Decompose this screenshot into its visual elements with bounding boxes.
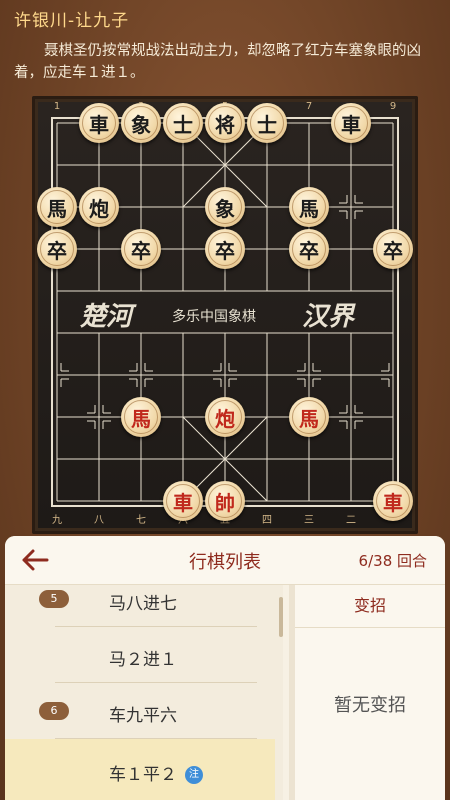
file-label-bottom: 二 bbox=[346, 515, 356, 526]
river-center-text: 多乐中国象棋 bbox=[172, 309, 256, 325]
black-piece[interactable]: 象 bbox=[121, 103, 161, 143]
move-list-panel: 行棋列表 6/38 回合 5 马八进七 马２进１ 6 车九平六 车１平２ 注 变招… bbox=[5, 536, 445, 800]
file-label-bottom: 四 bbox=[262, 515, 272, 526]
move-number-badge: 5 bbox=[39, 590, 69, 608]
black-piece[interactable]: 卒 bbox=[37, 229, 77, 269]
variations-title: 变招 bbox=[295, 585, 445, 628]
file-label-bottom: 八 bbox=[94, 515, 104, 526]
red-piece[interactable]: 馬 bbox=[121, 397, 161, 437]
variations-empty-text: 暂无变招 bbox=[334, 695, 406, 716]
move-text-label: 车１平２ bbox=[109, 765, 177, 785]
move-number-badge: 6 bbox=[39, 702, 69, 720]
black-piece[interactable]: 卒 bbox=[205, 229, 245, 269]
river-left-text: 楚河 bbox=[80, 302, 133, 332]
file-label-top: 7 bbox=[305, 101, 313, 112]
black-piece[interactable]: 卒 bbox=[289, 229, 329, 269]
black-piece[interactable]: 馬 bbox=[289, 187, 329, 227]
file-label-top: 9 bbox=[389, 101, 397, 112]
red-piece[interactable]: 帥 bbox=[205, 481, 245, 521]
red-piece[interactable]: 馬 bbox=[289, 397, 329, 437]
move-comment: 聂棋圣仍按常规战法出动主力，却忽略了红方车塞象眼的凶着，应走车１进１。 bbox=[14, 43, 421, 81]
red-piece[interactable]: 炮 bbox=[205, 397, 245, 437]
black-piece[interactable]: 将 bbox=[205, 103, 245, 143]
file-label-top: 1 bbox=[53, 101, 61, 112]
move-text: 马八进七 bbox=[109, 594, 177, 614]
list-item-selected[interactable]: 车１平２ 注 bbox=[5, 739, 275, 800]
game-title: 许银川-让九子 bbox=[14, 11, 130, 31]
black-piece[interactable]: 車 bbox=[331, 103, 371, 143]
list-item[interactable]: 马２进１ bbox=[5, 627, 275, 683]
river-right-text: 汉界 bbox=[302, 302, 355, 332]
note-badge[interactable]: 注 bbox=[185, 766, 203, 784]
list-item[interactable]: 5 马八进七 bbox=[5, 585, 275, 627]
variations-panel: 变招 暂无变招 bbox=[289, 585, 445, 800]
move-text: 车１平２ 注 bbox=[109, 760, 203, 785]
round-counter: 6/38 回合 bbox=[358, 552, 427, 570]
black-piece[interactable]: 士 bbox=[247, 103, 287, 143]
black-piece[interactable]: 車 bbox=[79, 103, 119, 143]
file-label-bottom: 七 bbox=[136, 515, 146, 526]
red-piece[interactable]: 車 bbox=[373, 481, 413, 521]
red-piece[interactable]: 車 bbox=[163, 481, 203, 521]
file-label-bottom: 三 bbox=[304, 515, 314, 526]
game-header: 许银川-让九子 聂棋圣仍按常规战法出动主力，却忽略了红方车塞象眼的凶着，应走车１… bbox=[0, 0, 450, 92]
file-label-bottom: 九 bbox=[52, 515, 62, 526]
panel-header: 行棋列表 6/38 回合 bbox=[5, 536, 445, 585]
chess-board[interactable]: 13579 九八七六五四三二一 楚河 多乐中国象棋 汉界 車象士将士車馬炮象馬卒… bbox=[32, 96, 418, 534]
move-text: 车九平六 bbox=[109, 706, 177, 726]
list-item[interactable]: 6 车九平六 bbox=[5, 683, 275, 739]
move-list[interactable]: 5 马八进七 马２进１ 6 车九平六 车１平２ 注 bbox=[5, 585, 283, 800]
black-piece[interactable]: 卒 bbox=[121, 229, 161, 269]
scrollbar[interactable] bbox=[279, 597, 283, 637]
black-piece[interactable]: 馬 bbox=[37, 187, 77, 227]
black-piece[interactable]: 象 bbox=[205, 187, 245, 227]
black-piece[interactable]: 卒 bbox=[373, 229, 413, 269]
black-piece[interactable]: 士 bbox=[163, 103, 203, 143]
black-piece[interactable]: 炮 bbox=[79, 187, 119, 227]
move-text: 马２进１ bbox=[109, 650, 177, 670]
